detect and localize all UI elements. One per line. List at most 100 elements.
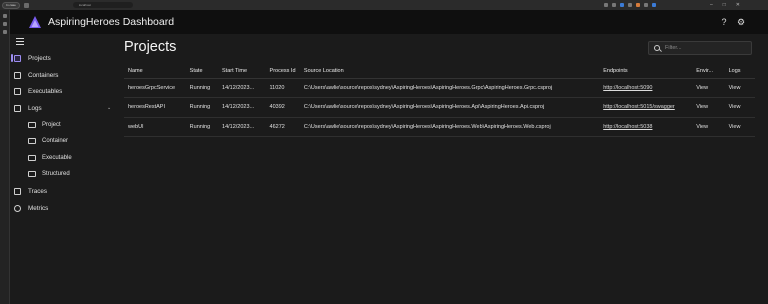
browser-toolbar: In case localhost – □ ✕ bbox=[0, 0, 768, 10]
cell-start-time: 14/12/2023... bbox=[218, 97, 266, 118]
logs-view-link[interactable]: View bbox=[724, 97, 755, 118]
cell-process-id: 46272 bbox=[265, 117, 300, 137]
sidebar-subitem-structured[interactable]: Structured bbox=[28, 168, 70, 180]
sidebar-subitem-label: Executable bbox=[42, 155, 72, 161]
app-title: AspiringHeroes Dashboard bbox=[48, 16, 175, 28]
cell-name: heroesRestAPI bbox=[124, 97, 186, 118]
cell-state: Running bbox=[185, 117, 219, 137]
column-header-environment[interactable]: Envir... bbox=[692, 64, 725, 79]
column-header-source-location[interactable]: Source Location bbox=[299, 64, 600, 79]
endpoint-link[interactable]: http://localhost:5038 bbox=[603, 124, 652, 130]
app-header: AspiringHeroes Dashboard ? ⚙ bbox=[10, 10, 768, 34]
logs-view-link[interactable]: View bbox=[724, 117, 755, 137]
side-strip-icon[interactable] bbox=[2, 22, 7, 26]
sidebar-item-projects[interactable]: Projects bbox=[11, 52, 51, 64]
column-header-logs[interactable]: Logs bbox=[724, 64, 755, 79]
executables-icon bbox=[14, 87, 21, 95]
table-row: webUI Running 14/12/2023... 46272 C:\Use… bbox=[124, 117, 755, 137]
side-strip-icon[interactable] bbox=[2, 30, 7, 34]
environment-view-link[interactable]: View bbox=[692, 97, 725, 118]
table-row: heroesGrpcService Running 14/12/2023... … bbox=[124, 78, 755, 98]
extension-icon[interactable] bbox=[651, 3, 656, 7]
filter-box[interactable] bbox=[648, 41, 752, 55]
traces-icon bbox=[14, 187, 21, 195]
cell-source-location: C:\Users\awlie\source\repos\sydney\Aspir… bbox=[299, 78, 600, 98]
endpoint-link[interactable]: http://localhost:5090 bbox=[603, 85, 652, 91]
cell-source-location: C:\Users\awlie\source\repos\sydney\Aspir… bbox=[299, 117, 600, 137]
sidebar-subitem-container[interactable]: Container bbox=[28, 135, 68, 147]
extension-icon[interactable] bbox=[603, 3, 608, 7]
column-header-name[interactable]: Name bbox=[124, 64, 186, 79]
browser-profile-button[interactable]: In case bbox=[2, 1, 20, 9]
browser-side-strip bbox=[0, 10, 10, 304]
tab-icon[interactable] bbox=[24, 2, 29, 8]
cell-endpoint: http://localhost:5038 bbox=[599, 117, 693, 137]
logs-icon bbox=[14, 104, 21, 112]
help-icon[interactable]: ? bbox=[719, 17, 729, 27]
cell-endpoint: http://localhost:5015/swagger bbox=[599, 97, 693, 118]
sidebar-item-containers[interactable]: Containers bbox=[14, 69, 58, 81]
sidebar-subitem-project[interactable]: Project bbox=[28, 119, 61, 131]
sidebar-item-metrics[interactable]: Metrics bbox=[14, 202, 48, 214]
address-bar[interactable]: localhost bbox=[73, 2, 133, 8]
sidebar-item-label: Containers bbox=[28, 71, 59, 79]
chevron-down-icon[interactable]: ⌄ bbox=[107, 105, 111, 111]
sidebar-subitem-label: Container bbox=[42, 138, 69, 144]
cell-process-id: 11020 bbox=[265, 78, 300, 98]
extension-icon[interactable] bbox=[643, 3, 648, 7]
search-icon bbox=[654, 45, 660, 51]
project-log-icon bbox=[28, 122, 36, 128]
side-strip-icon[interactable] bbox=[2, 14, 7, 18]
filter-input[interactable] bbox=[665, 45, 745, 51]
browser-profile-label: In case bbox=[6, 3, 16, 7]
cell-start-time: 14/12/2023... bbox=[218, 117, 266, 137]
logs-view-link[interactable]: View bbox=[724, 78, 755, 98]
window-controls: – □ ✕ bbox=[710, 2, 768, 8]
minimize-icon[interactable]: – bbox=[710, 2, 713, 8]
extension-icon[interactable] bbox=[635, 3, 640, 7]
browser-extensions bbox=[603, 3, 666, 7]
container-log-icon bbox=[28, 138, 36, 144]
extension-icon[interactable] bbox=[619, 3, 624, 7]
sidebar-item-label: Logs bbox=[28, 104, 42, 112]
containers-icon bbox=[14, 71, 21, 79]
maximize-icon[interactable]: □ bbox=[723, 2, 726, 8]
endpoint-link[interactable]: http://localhost:5015/swagger bbox=[603, 104, 675, 110]
sidebar-item-traces[interactable]: Traces bbox=[14, 185, 47, 197]
sidebar-subitem-label: Project bbox=[42, 122, 61, 128]
executable-log-icon bbox=[28, 155, 36, 161]
environment-view-link[interactable]: View bbox=[692, 78, 725, 98]
sidebar-item-label: Metrics bbox=[28, 204, 49, 212]
column-header-start-time[interactable]: Start Time bbox=[218, 64, 266, 79]
extension-icon[interactable] bbox=[627, 3, 632, 7]
sidebar-subitem-executable[interactable]: Executable bbox=[28, 152, 72, 164]
structured-log-icon bbox=[28, 171, 36, 177]
sidebar-subitem-label: Structured bbox=[42, 171, 70, 177]
cell-name: heroesGrpcService bbox=[124, 78, 186, 98]
cell-source-location: C:\Users\awlie\source\repos\sydney\Aspir… bbox=[299, 97, 600, 118]
projects-icon bbox=[14, 54, 21, 62]
sidebar: Projects Containers Executables Logs ⌄ P… bbox=[10, 34, 117, 304]
gear-icon[interactable]: ⚙ bbox=[736, 17, 746, 27]
main-content: Projects Name State Start Time Process I… bbox=[117, 34, 768, 304]
table-header-row: Name State Start Time Process Id Source … bbox=[124, 64, 755, 79]
column-header-endpoints[interactable]: Endpoints bbox=[599, 64, 693, 79]
cell-name: webUI bbox=[124, 117, 186, 137]
sidebar-item-executables[interactable]: Executables bbox=[14, 85, 62, 97]
column-header-process-id[interactable]: Process Id bbox=[265, 64, 300, 79]
menu-icon[interactable] bbox=[16, 38, 24, 45]
page-title: Projects bbox=[124, 39, 177, 55]
cell-start-time: 14/12/2023... bbox=[218, 78, 266, 98]
cell-state: Running bbox=[185, 97, 219, 118]
sidebar-item-label: Projects bbox=[28, 54, 51, 62]
close-icon[interactable]: ✕ bbox=[736, 2, 740, 8]
extension-icon[interactable] bbox=[611, 3, 616, 7]
cell-endpoint: http://localhost:5090 bbox=[599, 78, 693, 98]
sidebar-item-logs[interactable]: Logs bbox=[14, 102, 42, 114]
active-indicator bbox=[11, 54, 13, 62]
environment-view-link[interactable]: View bbox=[692, 117, 725, 137]
sidebar-item-label: Traces bbox=[28, 187, 48, 195]
projects-table: Name State Start Time Process Id Source … bbox=[124, 64, 755, 137]
metrics-icon bbox=[14, 204, 21, 212]
column-header-state[interactable]: State bbox=[185, 64, 219, 79]
